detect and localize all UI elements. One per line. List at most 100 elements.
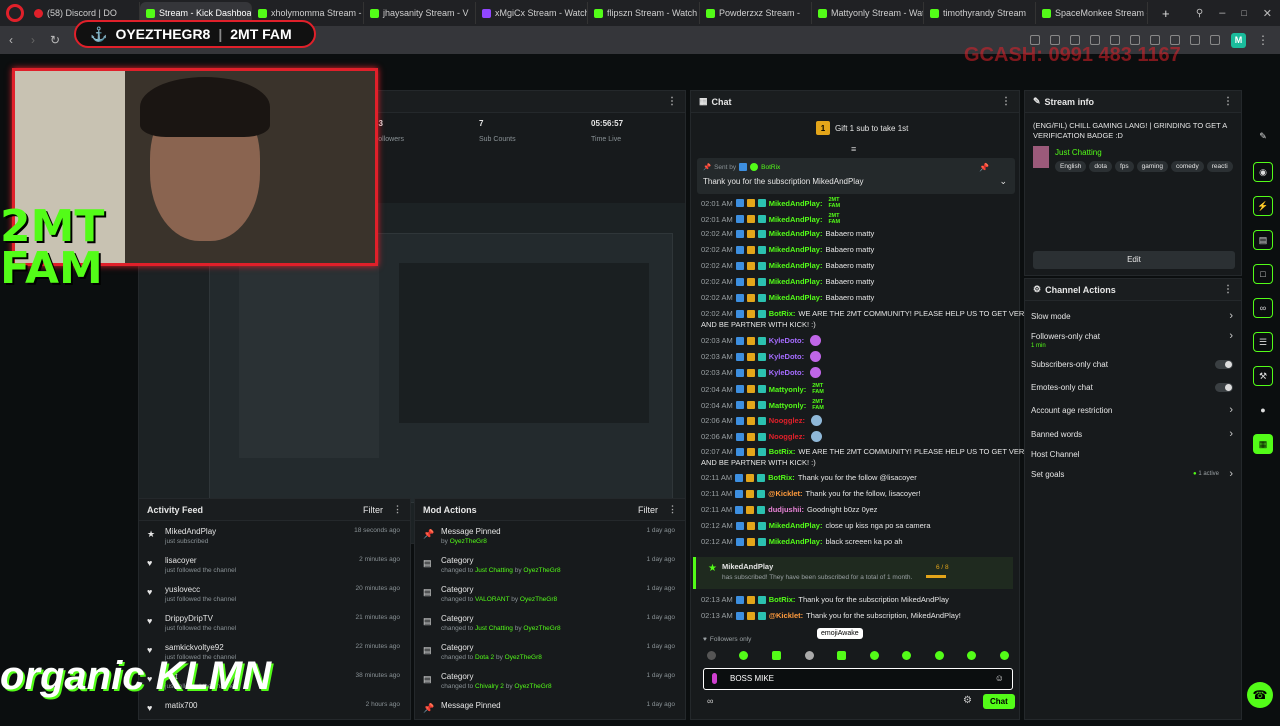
help-icon[interactable]: ☎ xyxy=(1247,682,1273,708)
toggle-switch[interactable] xyxy=(1215,360,1233,369)
chat-message[interactable]: 02:06 AM Noogglez: xyxy=(701,431,822,442)
channel-action-row[interactable]: Set goals ● 1 active › xyxy=(1025,465,1241,485)
activity-username[interactable]: matix700 xyxy=(165,701,197,710)
list-icon[interactable]: ☰ xyxy=(1253,332,1273,352)
channel-action-row[interactable]: Emotes-only chat xyxy=(1025,378,1241,398)
opera-icon[interactable] xyxy=(6,4,24,22)
message-username[interactable]: BotRix: xyxy=(768,473,795,482)
target-icon[interactable]: ◉ xyxy=(1253,162,1273,182)
activity-item[interactable]: ♥ matix700 2 hours ago xyxy=(139,697,410,726)
mod-action-item[interactable]: 📌 Message Pinned by OyezTheGr8 1 day ago xyxy=(415,523,685,552)
message-username[interactable]: Mattyonly: xyxy=(769,385,807,394)
detail-value[interactable]: Dota 2 xyxy=(475,654,494,661)
chat-input[interactable]: BOSS MIKE ☺ xyxy=(703,668,1013,690)
chat-message[interactable]: 02:03 AM KyleDoto: xyxy=(701,367,822,378)
emote-icon[interactable] xyxy=(805,651,814,660)
users-icon[interactable]: ● xyxy=(1253,400,1273,420)
collapse-icon[interactable]: ≡ xyxy=(851,144,856,154)
detail-moderator[interactable]: OyezTheGr8 xyxy=(523,625,560,632)
activity-item[interactable]: ♥ DrippyDripTV just followed the channel 21… xyxy=(139,610,410,639)
emote-icon[interactable] xyxy=(935,651,944,660)
activity-username[interactable]: MikedAndPlay xyxy=(165,527,216,536)
detail-value[interactable]: Just Chatting xyxy=(475,567,513,574)
stream-tag[interactable]: fps xyxy=(1114,161,1134,172)
mod-action-item[interactable]: ▤ Category changed to Chivalry 2 by OyezTh… xyxy=(415,668,685,697)
chat-message[interactable]: 02:02 AM MikedAndPlay: Babaero matty xyxy=(701,261,874,270)
search-tabs-icon[interactable]: ⚲ xyxy=(1188,8,1211,19)
message-username[interactable]: Mattyonly: xyxy=(769,401,807,410)
chat-bubble-icon[interactable]: □ xyxy=(1253,264,1273,284)
menu-icon[interactable]: ⋮ xyxy=(1252,33,1274,47)
message-username[interactable]: KyleDoto: xyxy=(769,352,804,361)
chat-message[interactable]: 02:13 AM @Kicklet: Thank you for the subsc… xyxy=(701,611,961,620)
chat-message[interactable]: 02:11 AM dudjushii: Goodnight b0zz 0yez xyxy=(701,505,877,514)
message-username[interactable]: MikedAndPlay: xyxy=(769,261,823,270)
message-username[interactable]: @Kicklet: xyxy=(769,611,803,620)
kebab-icon[interactable]: ⋮ xyxy=(1223,96,1233,107)
stream-tag[interactable]: reacti xyxy=(1206,161,1233,172)
message-username[interactable]: @Kicklet: xyxy=(768,489,802,498)
channel-action-row[interactable]: Followers-only chat 1 min › xyxy=(1025,327,1241,349)
browser-tab[interactable]: Mattyonly Stream - Watc xyxy=(812,2,924,24)
kebab-icon[interactable]: ⋮ xyxy=(393,504,402,515)
chat-tools[interactable]: ∞ xyxy=(707,696,713,706)
chat-message[interactable]: 02:07 AM BotRix: WE ARE THE 2MT COMMUNITY!… xyxy=(701,447,1043,456)
chat-message[interactable]: 02:06 AM Noogglez: xyxy=(701,415,822,426)
kebab-icon[interactable]: ⋮ xyxy=(1001,96,1011,107)
message-username[interactable]: MikedAndPlay: xyxy=(769,229,823,238)
chat-message[interactable]: 02:11 AM BotRix: Thank you for the follow … xyxy=(701,473,917,482)
emote-icon[interactable] xyxy=(772,651,781,660)
mod-action-item[interactable]: ▤ Category changed to VALORANT by OyezTheG… xyxy=(415,581,685,610)
chevron-down-icon[interactable]: ⌄ xyxy=(999,176,1007,187)
message-username[interactable]: BotRix: xyxy=(769,309,796,318)
chat-message[interactable]: 02:01 AM MikedAndPlay: 2MT FAM xyxy=(701,213,842,225)
message-username[interactable]: MikedAndPlay: xyxy=(769,293,823,302)
activity-username[interactable]: samkickvoltye92 xyxy=(165,643,224,652)
channel-action-row[interactable]: Banned words › xyxy=(1025,425,1241,445)
message-username[interactable]: KyleDoto: xyxy=(769,336,804,345)
stream-tag[interactable]: English xyxy=(1055,161,1087,172)
chat-settings-icon[interactable]: ⚙ xyxy=(963,695,972,706)
mod-action-item[interactable]: ▤ Category changed to Dota 2 by OyezTheGr8… xyxy=(415,639,685,668)
extension-icon[interactable] xyxy=(1210,35,1220,45)
browser-tab[interactable]: SpaceMonkee Stream - V xyxy=(1036,2,1148,24)
chat-message[interactable]: 02:11 AM @Kicklet: Thank you for the follo… xyxy=(701,489,921,498)
message-username[interactable]: BotRix: xyxy=(769,447,796,456)
chat-message[interactable]: 02:02 AM MikedAndPlay: Babaero matty xyxy=(701,229,874,238)
subscription-alert[interactable]: ★ MikedAndPlay has subscribed! They have b… xyxy=(693,557,1013,589)
channel-action-row[interactable]: Account age restriction › xyxy=(1025,401,1241,421)
detail-moderator[interactable]: OyezTheGr8 xyxy=(523,567,560,574)
new-tab-button[interactable]: + xyxy=(1162,6,1170,21)
filter-button[interactable]: Filter xyxy=(363,505,383,515)
message-username[interactable]: BotRix: xyxy=(769,595,796,604)
browser-tab[interactable]: timothyrandy Stream xyxy=(924,2,1036,24)
detail-moderator[interactable]: OyezTheGr8 xyxy=(514,683,551,690)
message-username[interactable]: MikedAndPlay: xyxy=(769,215,823,224)
profile-avatar[interactable]: M xyxy=(1231,32,1246,48)
detail-value[interactable]: Chivalry 2 xyxy=(475,683,504,690)
message-username[interactable]: dudjushii: xyxy=(768,505,804,514)
chat-message[interactable]: 02:12 AM MikedAndPlay: close up kiss nga p… xyxy=(701,521,931,530)
bolt-icon[interactable]: ⚡ xyxy=(1253,196,1273,216)
emote-icon[interactable] xyxy=(870,651,879,660)
maximize-icon[interactable]: □ xyxy=(1233,8,1254,18)
back-icon[interactable]: ‹ xyxy=(0,33,22,47)
emote-icon[interactable] xyxy=(967,651,976,660)
reload-icon[interactable]: ↻ xyxy=(44,33,66,47)
activity-item[interactable]: ♥ yuslovecc just followed the channel 20 mi… xyxy=(139,581,410,610)
pencil-icon[interactable]: ✎ xyxy=(1253,126,1273,146)
message-username[interactable]: MikedAndPlay: xyxy=(769,277,823,286)
message-username[interactable]: Noogglez: xyxy=(769,432,805,441)
activity-username[interactable]: lisacoyer xyxy=(165,556,197,565)
emote-icon[interactable] xyxy=(902,651,911,660)
filter-button[interactable]: Filter xyxy=(638,505,658,515)
extension-icon[interactable] xyxy=(1190,35,1200,45)
send-chat-button[interactable]: Chat xyxy=(983,694,1015,709)
browser-tab[interactable]: Powderzxz Stream - xyxy=(700,2,812,24)
pinned-message[interactable]: 📌 Sent by BotRix Thank you for the subsc… xyxy=(697,158,1015,194)
chat-message[interactable]: 02:13 AM BotRix: Thank you for the subscri… xyxy=(701,595,949,604)
edit-button[interactable]: Edit xyxy=(1033,251,1235,269)
emote-icon[interactable] xyxy=(1000,651,1009,660)
minimize-icon[interactable]: – xyxy=(1211,7,1233,19)
forward-icon[interactable]: › xyxy=(22,33,44,47)
